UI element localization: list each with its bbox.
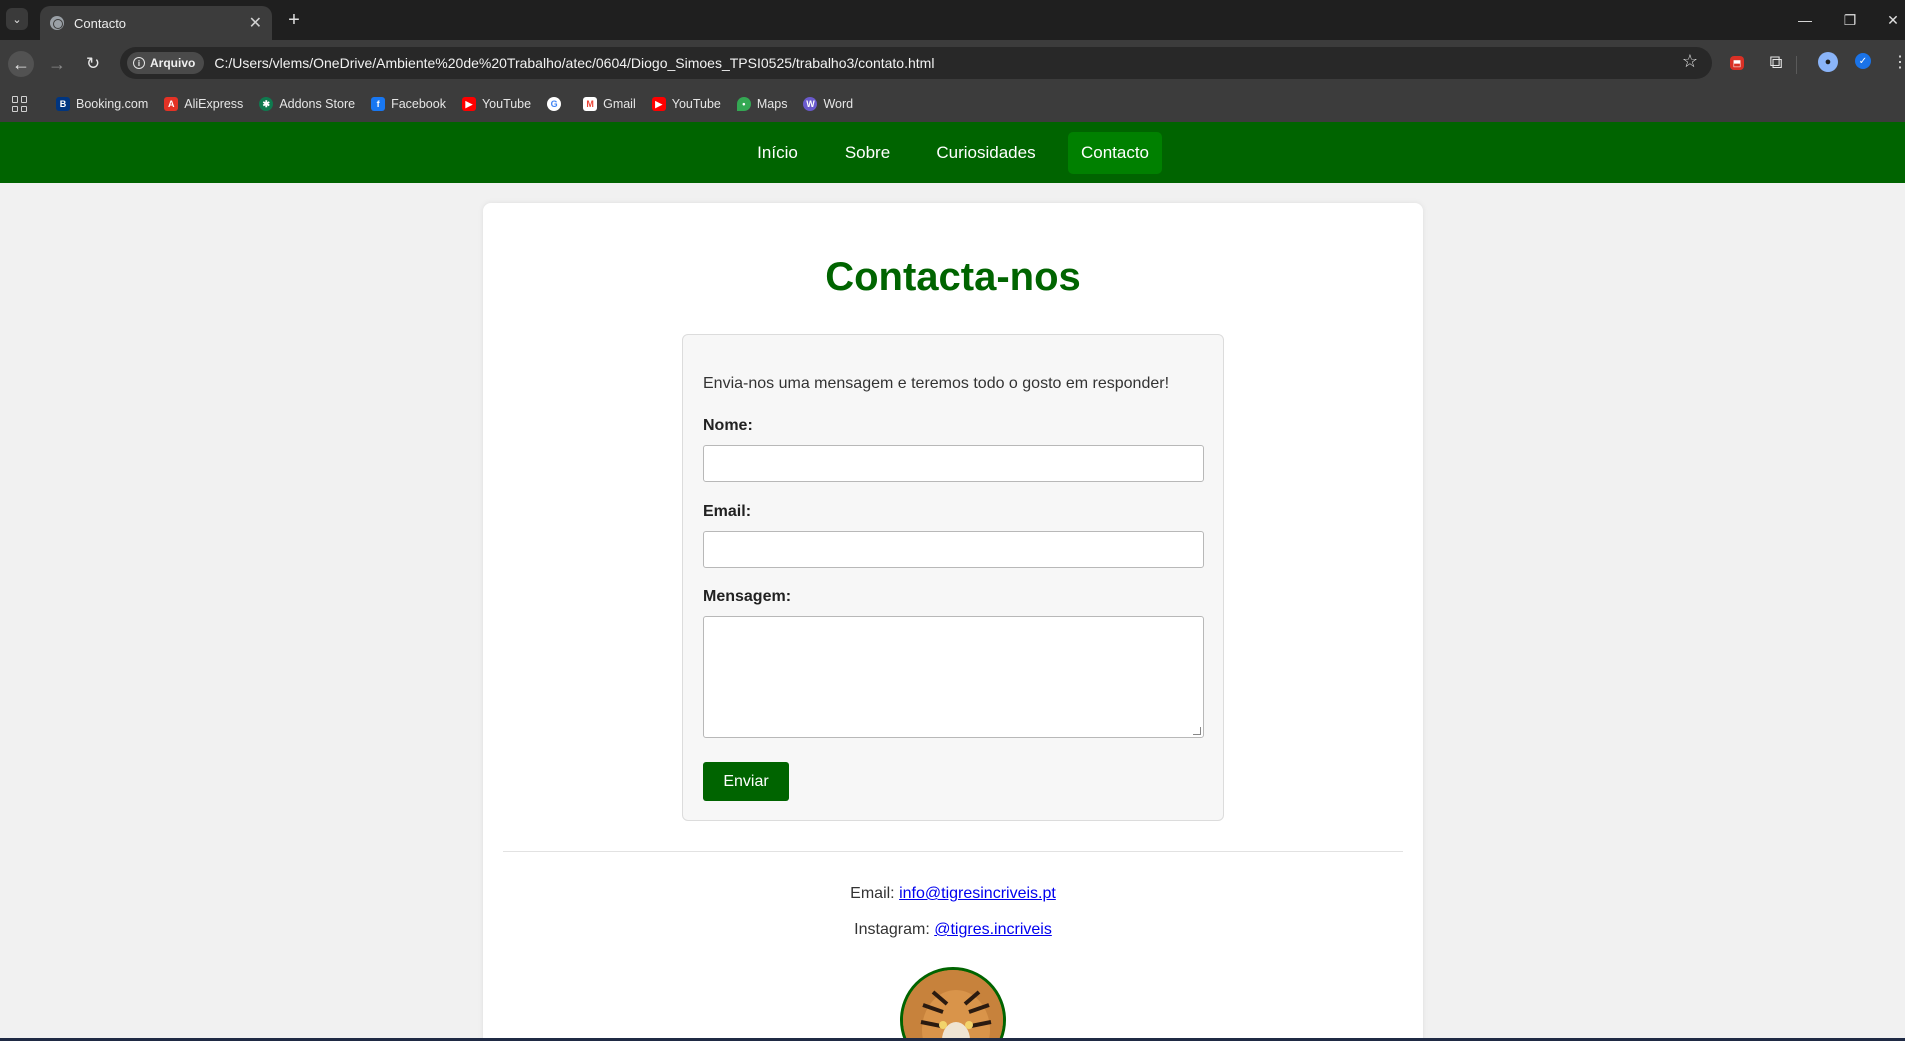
bookmark-label: Gmail xyxy=(603,97,636,111)
close-icon[interactable]: ✕ xyxy=(249,13,262,33)
bookmark-label: Facebook xyxy=(391,97,446,111)
page-title: Contacta-nos xyxy=(825,255,1081,299)
bookmark-booking[interactable]: B Booking.com xyxy=(56,97,148,111)
booking-icon: B xyxy=(56,97,70,111)
bookmark-label: Addons Store xyxy=(279,97,356,111)
footer-email-link[interactable]: info@tigresincriveis.pt xyxy=(899,885,1056,902)
apps-grid-icon[interactable] xyxy=(12,96,28,112)
send-button[interactable]: Enviar xyxy=(703,762,789,801)
footer-email-label: Email: xyxy=(850,885,895,902)
email-field[interactable] xyxy=(703,531,1204,568)
footer-email: Email: info@tigresincriveis.pt xyxy=(483,885,1423,903)
globe-icon xyxy=(50,16,64,30)
browser-toolbar: ← → ↻ i Arquivo C:/Users/vlems/OneDrive/… xyxy=(0,40,1905,86)
addons-store-icon: ✱ xyxy=(259,97,274,111)
gmail-icon: M xyxy=(583,97,598,111)
resize-handle-icon[interactable] xyxy=(1193,727,1201,735)
footer-instagram-label: Instagram: xyxy=(854,921,930,938)
bookmark-youtube[interactable]: ▶ YouTube xyxy=(461,97,532,111)
security-check-icon[interactable]: ✓ xyxy=(1855,53,1871,69)
email-label: Email: xyxy=(703,503,752,520)
new-tab-button[interactable]: + xyxy=(282,8,306,32)
message-label: Mensagem: xyxy=(703,588,792,605)
name-field[interactable] xyxy=(703,445,1204,482)
bookmark-facebook[interactable]: f Facebook xyxy=(371,97,446,111)
window-close-icon[interactable]: ✕ xyxy=(1881,8,1905,32)
google-icon: G xyxy=(547,97,562,111)
web-page: Início Sobre Curiosidades Contacto Conta… xyxy=(0,122,1905,1041)
tab-search-button[interactable]: ⌄ xyxy=(6,8,28,30)
bookmark-label: AliExpress xyxy=(184,97,244,111)
bookmark-aliexpress[interactable]: A AliExpress xyxy=(164,97,243,111)
browser-tabstrip: ⌄ Contacto ✕ + — ❐ ✕ xyxy=(0,0,1905,40)
bookmark-star-icon[interactable]: ☆ xyxy=(1682,51,1698,72)
restore-icon[interactable]: ❐ xyxy=(1838,8,1862,32)
content-card: Contacta-nos Envia-nos uma mensagem e te… xyxy=(483,203,1423,1041)
aliexpress-icon: A xyxy=(164,97,179,111)
address-bar[interactable]: i Arquivo C:/Users/vlems/OneDrive/Ambien… xyxy=(120,47,1712,79)
extension-red-icon[interactable]: ⬒ xyxy=(1730,56,1744,70)
facebook-icon: f xyxy=(371,97,386,111)
back-arrow-icon[interactable]: ← xyxy=(8,51,34,77)
site-info-label: Arquivo xyxy=(150,56,196,70)
site-navbar: Início Sobre Curiosidades Contacto xyxy=(0,122,1905,183)
word-icon: W xyxy=(803,97,818,111)
tiger-logo-icon xyxy=(900,967,1006,1041)
bookmark-label: Word xyxy=(823,97,854,111)
bookmark-youtube-2[interactable]: ▶ YouTube xyxy=(651,97,721,111)
browser-tab[interactable]: Contacto ✕ xyxy=(40,6,272,40)
youtube-icon: ▶ xyxy=(651,97,666,111)
nav-link-inicio[interactable]: Início xyxy=(744,132,811,174)
browser-menu-icon[interactable]: ⋮ xyxy=(1890,52,1905,72)
message-field[interactable] xyxy=(703,616,1204,738)
minimize-icon[interactable]: — xyxy=(1793,8,1817,32)
bookmarks-bar: B Booking.com A AliExpress ✱ Addons Stor… xyxy=(0,86,1905,122)
bookmark-gmail[interactable]: M Gmail xyxy=(583,97,636,111)
url-text[interactable]: C:/Users/vlems/OneDrive/Ambiente%20de%20… xyxy=(214,55,934,71)
info-icon: i xyxy=(133,57,145,69)
footer-instagram: Instagram: @tigres.incriveis xyxy=(483,921,1423,939)
bookmark-label: Maps xyxy=(756,97,788,111)
extensions-puzzle-icon[interactable]: ⧉ xyxy=(1766,52,1786,72)
bookmark-addons-store[interactable]: ✱ Addons Store xyxy=(259,97,355,111)
forward-arrow-icon[interactable]: → xyxy=(44,51,70,77)
footer-instagram-link[interactable]: @tigres.incriveis xyxy=(934,921,1052,938)
youtube-icon: ▶ xyxy=(461,97,476,111)
bookmark-maps[interactable]: • Maps xyxy=(736,97,788,111)
section-divider xyxy=(503,851,1403,852)
site-info-chip[interactable]: i Arquivo xyxy=(127,52,205,74)
form-intro: Envia-nos uma mensagem e teremos todo o … xyxy=(703,375,1170,392)
bookmark-google[interactable]: G xyxy=(547,97,567,111)
bookmark-label: YouTube xyxy=(671,97,721,111)
bookmark-label: YouTube xyxy=(481,97,532,111)
bookmark-label: Booking.com xyxy=(76,97,149,111)
name-label: Nome: xyxy=(703,417,753,434)
maps-icon: • xyxy=(736,97,751,111)
nav-link-sobre[interactable]: Sobre xyxy=(833,132,902,174)
bookmark-word[interactable]: W Word xyxy=(803,97,853,111)
contact-form: Envia-nos uma mensagem e teremos todo o … xyxy=(682,334,1224,821)
tab-title: Contacto xyxy=(74,15,127,31)
toolbar-divider xyxy=(1796,56,1797,74)
nav-link-contacto[interactable]: Contacto xyxy=(1068,132,1162,174)
reload-icon[interactable]: ↻ xyxy=(80,51,106,77)
profile-avatar-icon[interactable]: ● xyxy=(1818,52,1838,72)
nav-link-curiosidades[interactable]: Curiosidades xyxy=(924,132,1048,174)
